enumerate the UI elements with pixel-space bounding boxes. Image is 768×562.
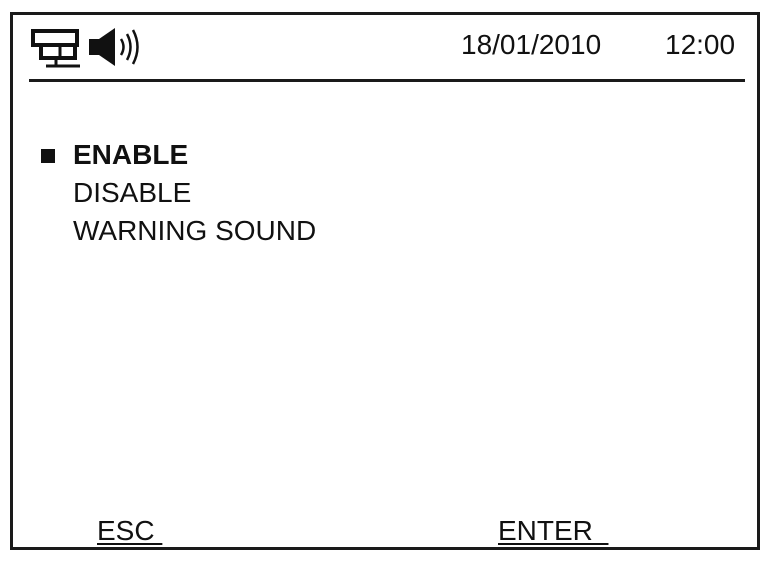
sound-options-menu: ENABLE DISABLE WARNING SOUND [39,137,316,251]
time-display: 12:00 [665,29,736,60]
speaker-icon [87,25,149,69]
selection-marker-icon [41,149,55,163]
date-display: 18/01/2010 [461,29,602,60]
device-screen: 18/01/2010 12:00 ENABLE DISABLE WARNING … [10,12,760,550]
menu-item-label: WARNING SOUND [73,215,317,246]
enter-softkey[interactable]: ENTER [498,515,608,547]
menu-item-warning-sound[interactable]: WARNING SOUND [39,213,316,251]
menu-item-label: ENABLE [73,139,189,170]
network-icon [30,25,86,69]
status-bar: 18/01/2010 12:00 [13,15,757,82]
header-divider [29,79,745,82]
menu-item-label: DISABLE [73,177,192,208]
menu-item-disable[interactable]: DISABLE [39,175,316,213]
menu-item-enable[interactable]: ENABLE [39,137,316,175]
esc-softkey[interactable]: ESC [97,515,162,547]
